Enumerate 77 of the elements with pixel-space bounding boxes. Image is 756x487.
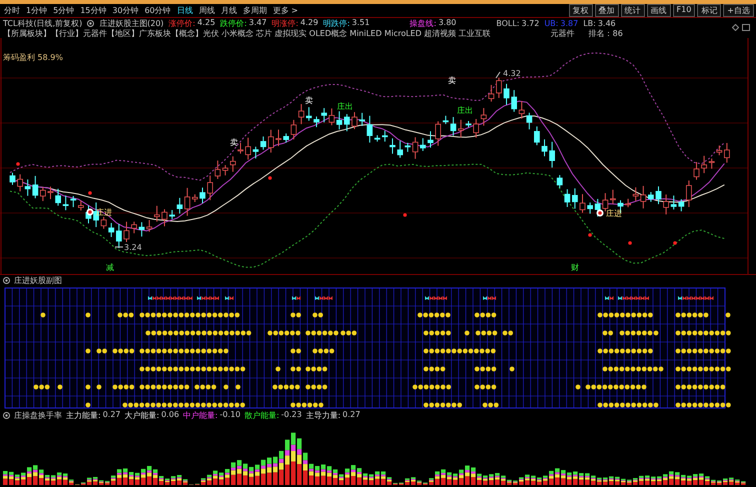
value-label: BOLL:: [496, 18, 520, 28]
period-tab[interactable]: 周线: [198, 5, 215, 16]
marker-label: 庄进: [96, 208, 112, 217]
rank-label: 排名：86: [588, 28, 623, 38]
value-reading: 3.72: [522, 18, 540, 28]
signal-dot: [268, 176, 272, 180]
period-tab[interactable]: 5分钟: [53, 5, 74, 16]
value-reading: 4.25: [197, 18, 216, 28]
value-label: 散户能量:: [244, 410, 280, 420]
value-label: LB:: [583, 18, 596, 28]
value-reading: -0.10: [220, 410, 240, 420]
value-label: 大户能量:: [124, 410, 160, 420]
value-reading: 3.87: [560, 18, 578, 28]
panel-icon[interactable]: [742, 24, 750, 31]
toolbar-button[interactable]: +自选: [723, 4, 754, 17]
period-tab[interactable]: 更多 >: [272, 5, 298, 16]
signal-dot: [673, 241, 677, 245]
value-label: 明涨停:: [272, 18, 298, 28]
value-label: 跌停价:: [220, 18, 247, 28]
concept-text: 【所属板块】【行业】元器件【地区】广东板块【概念】光伏 小米概念 芯片 虚拟现实 OLED概念 MiniLED MicroLED 超清视频 工业互联: [3, 28, 491, 38]
toolbar-button[interactable]: 叠加: [594, 4, 619, 17]
stock-title: TCL科技(日线,前复权): [3, 18, 82, 28]
tag-label: 财: [571, 263, 579, 272]
marker-label: 庄出: [457, 106, 473, 115]
marker-label: 卖: [448, 76, 456, 85]
toolbar-button[interactable]: 画线: [646, 4, 671, 17]
toolbar-button[interactable]: 标记: [697, 4, 722, 17]
toolbar-button[interactable]: 复权: [568, 4, 593, 17]
value-reading: 0.06: [161, 410, 180, 420]
value-reading: -0.23: [281, 410, 302, 420]
indicator-name: 庄进妖股主图(20): [99, 18, 164, 28]
panel-title: 庄进妖股副图: [14, 274, 62, 286]
collapse-icon[interactable]: [3, 412, 10, 418]
tag-label: 减: [106, 263, 114, 272]
signal-dot: [628, 241, 632, 245]
period-tab[interactable]: 多周期: [242, 5, 267, 16]
value-reading: 3.51: [352, 18, 370, 28]
period-tab[interactable]: 60分钟: [144, 5, 171, 16]
signal-dot: [88, 191, 92, 195]
value-label: UB:: [544, 18, 558, 28]
value-reading: 3.47: [248, 18, 267, 28]
period-tab[interactable]: 月线: [220, 5, 237, 16]
value-label: 主力能量:: [66, 410, 101, 420]
period-tab[interactable]: 30分钟: [112, 5, 139, 16]
value-reading: 0.27: [102, 410, 121, 420]
value-label: 主导力量:: [306, 410, 341, 420]
signal-dot: [403, 213, 407, 217]
indicator-toggle-icon[interactable]: [87, 20, 94, 26]
value-reading: 0.27: [342, 410, 360, 420]
marker-label: 卖: [305, 96, 313, 105]
chip-profit-label: 筹码盈利 58.9%: [3, 53, 63, 62]
marker-label: 庄出: [337, 102, 353, 111]
period-tab[interactable]: 日线: [176, 5, 193, 16]
period-tab[interactable]: 分时: [4, 5, 20, 16]
industry-label: 元器件: [550, 28, 575, 38]
toolbar-button[interactable]: 统计: [620, 4, 645, 17]
panel-title: 庄操盘换手率: [14, 410, 62, 420]
collapse-icon[interactable]: [3, 276, 10, 284]
value-reading: 3.46: [598, 18, 616, 28]
target-icon: [596, 210, 604, 216]
signal-dot: [588, 233, 592, 237]
signal-dot: [16, 162, 20, 166]
marker-label: 4.32: [503, 69, 521, 78]
period-tab[interactable]: 15分钟: [80, 5, 106, 16]
value-label: 操盘线:: [410, 18, 436, 28]
value-reading: 4.29: [300, 18, 318, 28]
marker-label: 3.24: [124, 243, 142, 252]
marker-label: 卖: [230, 138, 238, 147]
target-icon: [86, 208, 94, 216]
period-tab[interactable]: 1分钟: [26, 5, 48, 16]
value-label: 中户能量:: [183, 410, 218, 420]
value-reading: 3.80: [438, 18, 456, 28]
marker-label: 庄进: [606, 209, 622, 218]
toolbar-button[interactable]: F10: [672, 4, 696, 17]
diamond-icon[interactable]: [732, 24, 739, 31]
value-label: 明跌停:: [323, 18, 350, 28]
value-label: 涨停价:: [168, 18, 196, 28]
